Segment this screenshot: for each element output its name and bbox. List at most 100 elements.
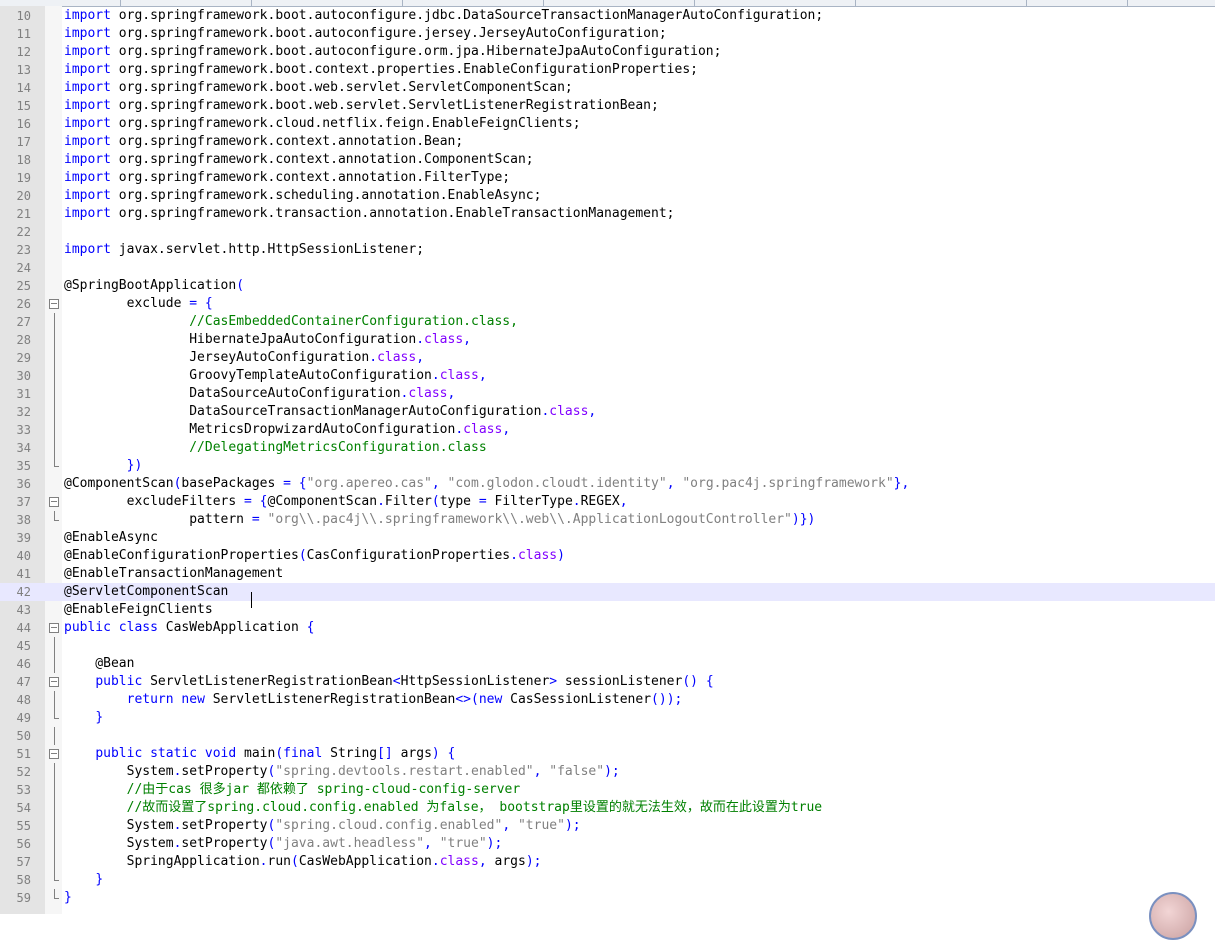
code-line[interactable]: 46 @Bean (0, 655, 1215, 673)
code-line[interactable]: 19 import org.springframework.context.ann… (0, 169, 1215, 187)
code-token: import (64, 134, 111, 149)
line-number: 36 (16, 477, 31, 491)
code-text: System.setProperty("java.awt.headless", … (64, 835, 503, 853)
code-line[interactable]: 39 @EnableAsync (0, 529, 1215, 547)
file-tab[interactable] (856, 0, 1027, 6)
code-token: Filter (384, 494, 432, 509)
code-line[interactable]: 41 @EnableTransactionManagement (0, 565, 1215, 583)
code-editor[interactable]: 10 import org.springframework.boot.autoco… (0, 7, 1215, 907)
code-line[interactable]: 42 @ServletComponentScan (0, 583, 1215, 601)
file-tab[interactable] (544, 0, 695, 6)
line-number: 37 (16, 495, 31, 509)
code-line[interactable]: 10 import org.springframework.boot.autoco… (0, 7, 1215, 25)
file-tab[interactable] (1128, 0, 1215, 6)
code-line[interactable]: 24 (0, 259, 1215, 277)
code-line[interactable]: 13 import org.springframework.boot.contex… (0, 61, 1215, 79)
code-token: pattern (64, 512, 252, 527)
fold-toggle-icon[interactable] (49, 749, 59, 759)
code-line[interactable]: 12 import org.springframework.boot.autoco… (0, 43, 1215, 61)
code-line[interactable]: 40 @EnableConfigurationProperties(CasConf… (0, 547, 1215, 565)
file-tab[interactable] (695, 0, 856, 6)
code-line[interactable]: 38 pattern = "org\\.pac4j\\.springframew… (0, 511, 1215, 529)
line-number: 49 (16, 711, 31, 725)
code-line[interactable]: 18 import org.springframework.context.ann… (0, 151, 1215, 169)
code-line[interactable]: 49 } (0, 709, 1215, 727)
code-line[interactable]: 25 @SpringBootApplication( (0, 277, 1215, 295)
code-line[interactable]: 22 (0, 223, 1215, 241)
fold-guide (54, 691, 55, 709)
code-line[interactable]: 15 import org.springframework.boot.web.se… (0, 97, 1215, 115)
file-tab[interactable] (121, 0, 252, 6)
code-line[interactable]: 14 import org.springframework.boot.web.se… (0, 79, 1215, 97)
code-line[interactable]: 28 HibernateJpaAutoConfiguration.class, (0, 331, 1215, 349)
code-line[interactable]: 59} (0, 889, 1215, 907)
code-line[interactable]: 44 public class CasWebApplication { (0, 619, 1215, 637)
code-token: MetricsDropwizardAutoConfiguration (64, 422, 456, 437)
floating-ball-icon[interactable] (1149, 892, 1197, 940)
file-tab[interactable] (1027, 0, 1128, 6)
code-token: = (478, 494, 487, 509)
line-number: 14 (16, 81, 31, 95)
line-number: 25 (16, 279, 31, 293)
fold-toggle-icon[interactable] (49, 497, 59, 507)
code-line[interactable]: 56 System.setProperty("java.awt.headless… (0, 835, 1215, 853)
line-number: 10 (16, 9, 31, 23)
code-line[interactable]: 30 GroovyTemplateAutoConfiguration.class… (0, 367, 1215, 385)
code-line[interactable]: 34 //DelegatingMetricsConfiguration.clas… (0, 439, 1215, 457)
code-line[interactable]: 57 SpringApplication.run(CasWebApplicati… (0, 853, 1215, 871)
code-line[interactable]: 45 (0, 637, 1215, 655)
code-line[interactable]: 27 //CasEmbeddedContainerConfiguration.c… (0, 313, 1215, 331)
code-text: import org.springframework.context.annot… (64, 133, 463, 151)
code-token: ( (236, 278, 245, 293)
code-line[interactable]: 52 System.setProperty("spring.devtools.r… (0, 763, 1215, 781)
fold-guide (54, 331, 55, 349)
file-tab[interactable] (252, 0, 403, 6)
code-line[interactable]: 32 DataSourceTransactionManagerAutoConfi… (0, 403, 1215, 421)
code-token: org.springframework.boot.web.servlet.Ser… (110, 98, 659, 113)
code-line[interactable]: 33 MetricsDropwizardAutoConfiguration.cl… (0, 421, 1215, 439)
code-token: , (478, 854, 487, 869)
code-line[interactable]: 35 }) (0, 457, 1215, 475)
code-line[interactable]: 31 DataSourceAutoConfiguration.class, (0, 385, 1215, 403)
fold-toggle-icon[interactable] (49, 299, 59, 309)
code-line[interactable]: 20 import org.springframework.scheduling.… (0, 187, 1215, 205)
code-line[interactable]: 50 (0, 727, 1215, 745)
line-number: 50 (16, 729, 31, 743)
code-token: . (431, 854, 440, 869)
code-line[interactable]: 48 return new ServletListenerRegistratio… (0, 691, 1215, 709)
code-line[interactable]: 11 import org.springframework.boot.autoco… (0, 25, 1215, 43)
code-line[interactable]: 58 } (0, 871, 1215, 889)
code-text: @EnableTransactionManagement (64, 565, 283, 583)
fold-guide (54, 637, 55, 655)
code-token: import (64, 62, 111, 77)
fold-toggle-icon[interactable] (49, 623, 59, 633)
code-line[interactable]: 47 public ServletListenerRegistrationBea… (0, 673, 1215, 691)
code-line[interactable]: 55 System.setProperty("spring.cloud.conf… (0, 817, 1215, 835)
code-line[interactable]: 36 @ComponentScan(basePackages = {"org.ap… (0, 475, 1215, 493)
code-line[interactable]: 51 public static void main(final String[… (0, 745, 1215, 763)
code-token: = { (244, 494, 268, 509)
code-line[interactable]: 54 //故而设置了spring.cloud.config.enabled 为f… (0, 799, 1215, 817)
code-text: import org.springframework.boot.web.serv… (64, 97, 659, 115)
code-line[interactable]: 23 import javax.servlet.http.HttpSessionL… (0, 241, 1215, 259)
code-token: ( (290, 854, 299, 869)
code-line[interactable]: 16 import org.springframework.cloud.netfl… (0, 115, 1215, 133)
code-line[interactable]: 26 exclude = { (0, 295, 1215, 313)
code-line[interactable]: 29 JerseyAutoConfiguration.class, (0, 349, 1215, 367)
code-text: import org.springframework.context.annot… (64, 151, 534, 169)
code-line[interactable]: 17 import org.springframework.context.ann… (0, 133, 1215, 151)
line-number: 57 (16, 855, 31, 869)
fold-guide (54, 403, 55, 421)
fold-guide (54, 421, 55, 439)
code-line[interactable]: 37 excludeFilters = {@ComponentScan.Filt… (0, 493, 1215, 511)
code-line[interactable]: 21 import org.springframework.transaction… (0, 205, 1215, 223)
fold-toggle-icon[interactable] (49, 677, 59, 687)
file-tab[interactable] (403, 0, 544, 6)
code-line[interactable]: 53 //由于cas 很多jar 都依赖了 spring-cloud-confi… (0, 781, 1215, 799)
code-line[interactable]: 43 @EnableFeignClients (0, 601, 1215, 619)
code-token: new (478, 692, 503, 707)
code-text: import org.springframework.boot.autoconf… (64, 43, 721, 61)
